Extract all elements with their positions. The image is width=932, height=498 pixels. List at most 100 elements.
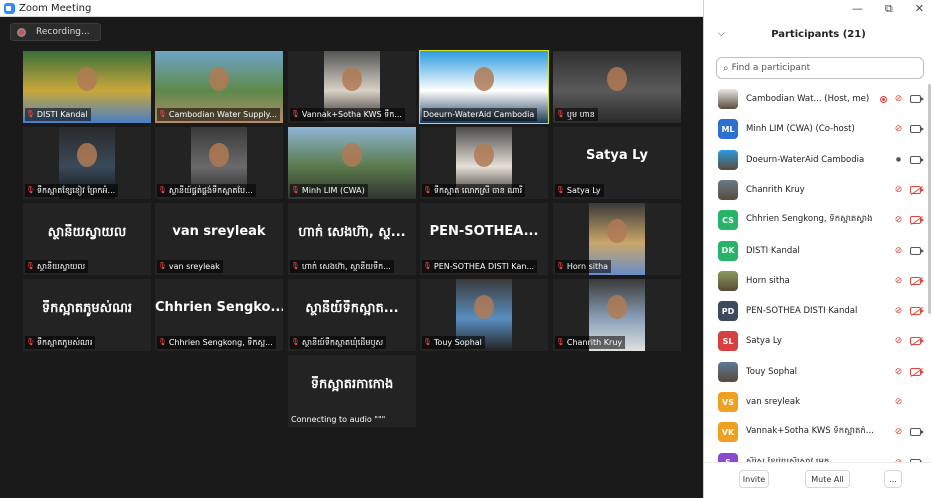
video-tile[interactable]: 🎙 Vannak+Sotha KWS ទឹក... [288, 51, 416, 123]
minimize-icon[interactable]: — [852, 2, 863, 16]
video-gallery: Recording... 🎙 DISTI Kandal 🎙 Cambodian Wat… [0, 17, 703, 498]
video-tile[interactable]: van sreyleak 🎙 van sreyleak [155, 203, 283, 275]
tile-name-text: ឬម ហាន [566, 110, 595, 119]
participant-row[interactable]: Horn sitha ⊘ [704, 266, 932, 296]
scrollbar[interactable] [928, 84, 931, 314]
video-off-icon[interactable] [910, 337, 924, 346]
video-tile[interactable]: 🎙 ទឹកស្អាត លោកស្រី ចាន ណារី [420, 127, 548, 199]
participant-row[interactable]: PD PEN-SOTHEA DISTI Kandal ⊘ [704, 296, 932, 326]
avatar: VK [718, 422, 738, 443]
mic-muted-icon: 🎙 [291, 262, 300, 270]
mic-muted-icon: 🎙 [423, 262, 432, 270]
tile-name-label: 🎙 van sreyleak [157, 260, 223, 273]
participant-row[interactable]: Doeurn-WaterAid Cambodia ● [704, 145, 932, 175]
avatar [718, 149, 738, 170]
mic-muted-icon[interactable]: ⊘ [893, 397, 904, 407]
connecting-status: Connecting to audio """ [291, 415, 386, 424]
tile-name-label: 🎙 ទឹកស្អាតខ្សែនៀវ ព្រែកអំ... [25, 184, 119, 197]
participant-status-icons: ⊘ [893, 367, 924, 377]
video-tile[interactable]: 🎙 ឬម ហាន [553, 51, 681, 123]
participant-status-icons: ● [893, 155, 924, 164]
participant-row[interactable]: CS Chhrien Sengkong, ទឹកស្អាតស្វាង ⊘ [704, 205, 932, 235]
video-tile[interactable]: Doeurn-WaterAid Cambodia [419, 50, 549, 124]
video-off-icon[interactable] [910, 367, 924, 376]
invite-button[interactable]: Invite [739, 470, 769, 488]
mute-all-button[interactable]: Mute All [805, 470, 850, 488]
video-icon[interactable] [910, 95, 924, 103]
participant-row[interactable]: DK DISTI Kandal ⊘ [704, 236, 932, 266]
mic-muted-icon[interactable]: ⊘ [893, 215, 904, 225]
mic-muted-icon[interactable]: ⊘ [893, 124, 904, 134]
tile-name-text: Chanrith Kruy [566, 338, 623, 347]
video-tile[interactable]: ទឹកស្អាតរកាកោង Connecting to audio """ [288, 355, 416, 427]
mic-muted-icon[interactable]: ⊘ [893, 94, 904, 104]
video-tile[interactable]: ហាក់ សេងហ៊ា, ស្ថ... 🎙 ហាក់ សេងហ៊ា, ស្ថានីយ… [288, 203, 416, 275]
video-icon[interactable] [910, 428, 924, 437]
video-icon[interactable] [910, 155, 924, 164]
video-tile[interactable]: 🎙 Horn sitha [553, 203, 681, 275]
participant-row[interactable]: Touy Sophal ⊘ [704, 357, 932, 387]
video-tile[interactable]: Chhrien Sengko... 🎙 Chhrien Sengkong, ទឹកស… [155, 279, 283, 351]
video-off-icon[interactable] [910, 276, 924, 285]
mic-muted-icon[interactable]: ⊘ [893, 276, 904, 286]
video-tile[interactable]: 🎙 Cambodian Water Supply... [155, 51, 283, 123]
video-tile[interactable]: 🎙 Touy Sophal [420, 279, 548, 351]
participant-status-icons: ⊘ [893, 306, 924, 316]
participant-display-name: ហាក់ សេងហ៊ា, ស្ថ... [298, 225, 406, 240]
tile-name-label: 🎙 Chanrith Kruy [555, 336, 626, 349]
mic-muted-icon[interactable]: ⊘ [893, 336, 904, 346]
participant-search[interactable]: ⌕ [716, 57, 924, 79]
restore-icon[interactable]: ⧉ [885, 2, 893, 16]
tile-name-text: Touy Sophal [433, 338, 482, 347]
video-tile[interactable]: Satya Ly 🎙 Satya Ly [553, 127, 681, 199]
participant-status-icons: ⊘ [893, 124, 924, 134]
mic-muted-icon[interactable]: ⊘ [893, 367, 904, 377]
video-off-icon[interactable] [910, 307, 924, 316]
video-tile[interactable]: 🎙 Minh LIM (CWA) [288, 127, 416, 199]
mic-muted-icon: 🎙 [556, 338, 565, 346]
avatar: VS [718, 392, 738, 412]
close-icon[interactable]: ✕ [915, 2, 924, 16]
video-tile[interactable]: 🎙 Chanrith Kruy [553, 279, 681, 351]
video-icon[interactable] [910, 125, 924, 134]
participant-row[interactable]: ML Minh LIM (CWA) (Co-host) ⊘ [704, 114, 932, 144]
chevron-down-icon[interactable]: ⌵ [718, 29, 725, 39]
recording-indicator[interactable]: Recording... [10, 23, 101, 41]
more-button[interactable]: ... [884, 470, 902, 488]
participant-row[interactable]: VS van sreyleak ⊘ [704, 387, 932, 417]
video-tile[interactable]: 🎙 ស្ថានីយ៍ផ្គត់ផ្គង់ទឹកស្អាតបែ... [155, 127, 283, 199]
participant-name: van sreyleak [746, 397, 801, 407]
participant-row[interactable]: SL Satya Ly ⊘ [704, 326, 932, 356]
video-icon[interactable] [910, 246, 924, 255]
mic-muted-icon[interactable]: ⊘ [893, 246, 904, 256]
video-off-icon[interactable] [910, 185, 924, 194]
video-off-icon[interactable] [910, 216, 924, 225]
tile-name-text: DISTI Kandal [36, 110, 88, 119]
participant-row[interactable]: Chanrith Kruy ⊘ [704, 175, 932, 205]
mic-muted-icon[interactable]: ⊘ [893, 306, 904, 316]
participant-name: Touy Sophal [746, 366, 798, 377]
video-tile[interactable]: ស្ថានីយស្វាយល 🎙 ស្ថានីយស្វាយល [23, 203, 151, 275]
video-tile[interactable]: PEN-SOTHEA... 🎙 PEN-SOTHEA DISTI Kan... [420, 203, 548, 275]
participants-panel: — ⧉ ✕ ⌵ Participants (21) ⌕ Cambodian Wa… [703, 0, 932, 498]
search-input[interactable] [731, 63, 912, 73]
video-tile[interactable]: ទឹកស្អាតភូមស់ណរ 🎙 ទឹកស្អាតភូមស់ណរ [23, 279, 151, 351]
mic-muted-icon[interactable]: ⊘ [893, 427, 904, 437]
mic-icon[interactable]: ● [893, 156, 904, 163]
mic-muted-icon: 🎙 [26, 338, 35, 346]
recording-icon [880, 95, 887, 103]
participant-row[interactable]: Cambodian Wat... (Host, me) ⊘ [704, 84, 932, 114]
zoom-logo-icon [4, 2, 15, 14]
tile-name-label: 🎙 ស្ថានីយ៍ផ្គត់ផ្គង់ទឹកស្អាតបែ... [157, 184, 256, 197]
video-tile[interactable]: ស្ថានីយ៍ទឹកស្អាត... 🎙 ស្ថានីយ៍ទឹកស្អាតឃុំដ… [288, 279, 416, 351]
tile-name-text: PEN-SOTHEA DISTI Kan... [433, 262, 535, 271]
video-tile[interactable]: 🎙 ទឹកស្អាតខ្សែនៀវ ព្រែកអំ... [23, 127, 151, 199]
tile-name-text: ស្ថានីយស្វាយល [36, 262, 86, 271]
video-tile[interactable]: 🎙 DISTI Kandal [23, 51, 151, 123]
mic-muted-icon[interactable]: ⊘ [893, 185, 904, 195]
participant-status-icons: ⊘ [893, 397, 921, 407]
title-bar: Zoom Meeting [0, 0, 703, 17]
participant-row[interactable]: VK Vannak+Sotha KWS ទឹកស្អាតកំ... ⊘ [704, 417, 932, 447]
mic-muted-icon: 🎙 [556, 262, 565, 270]
avatar: CS [718, 210, 738, 231]
